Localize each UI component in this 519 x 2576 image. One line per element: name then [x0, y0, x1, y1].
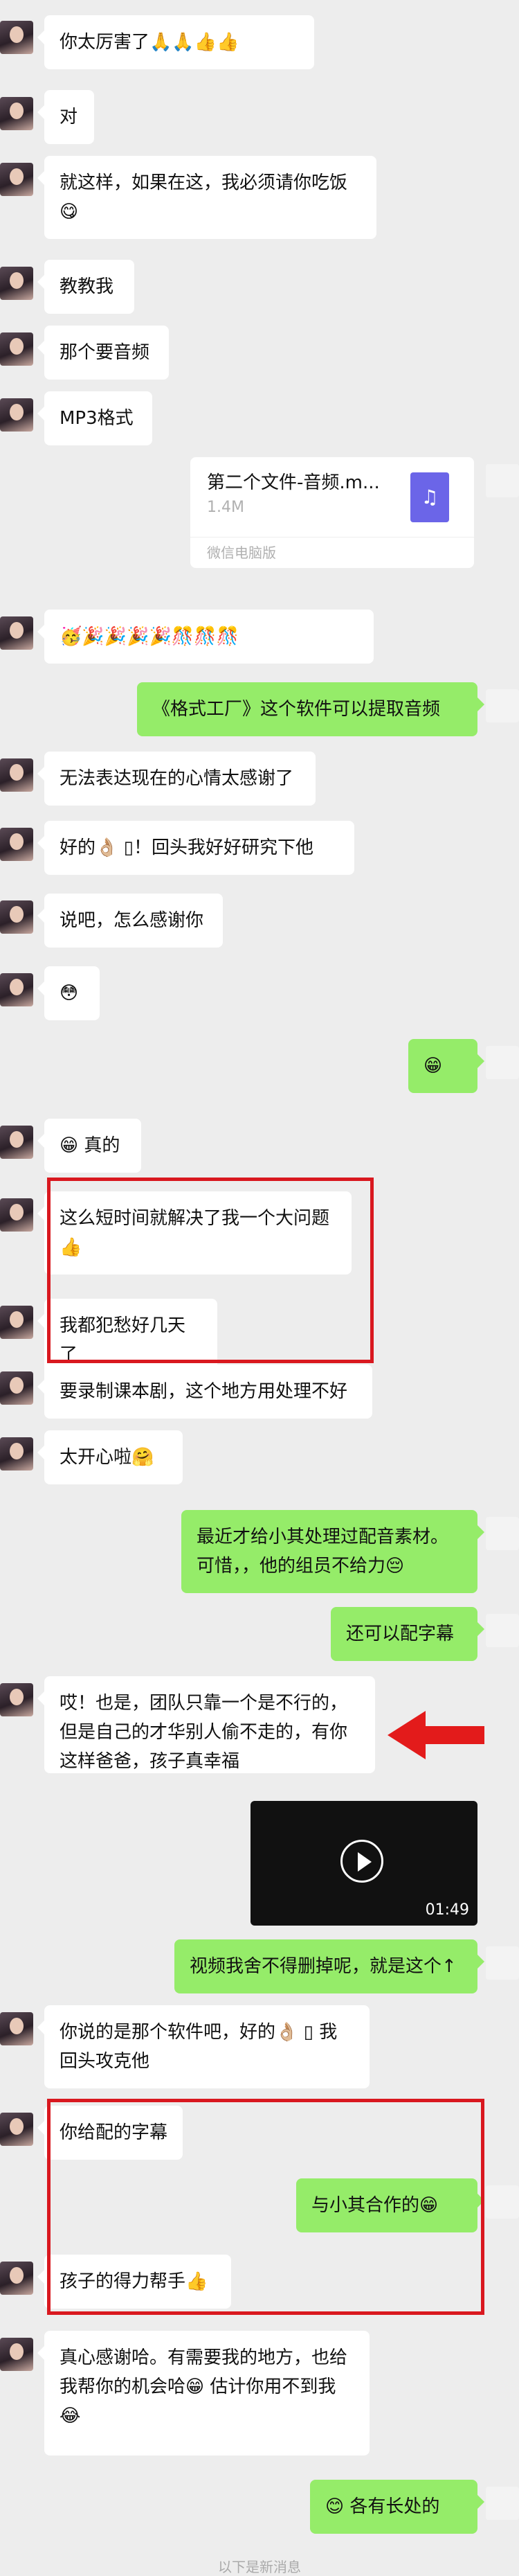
message-bubble[interactable]: 太开心啦🤗 — [37, 1430, 183, 1484]
contact-avatar[interactable] — [0, 1371, 33, 1405]
message-bubble[interactable]: 😊 各有长处的 — [310, 2480, 484, 2534]
self-avatar[interactable] — [486, 1517, 519, 1550]
red-arrow-icon — [388, 1711, 484, 1759]
file-name: 第二个文件-音频.m... — [207, 472, 380, 493]
music-note-icon: ♫ — [410, 472, 449, 522]
message-bubble[interactable]: 教教我 — [37, 260, 134, 314]
contact-avatar[interactable] — [0, 267, 33, 300]
contact-avatar[interactable] — [0, 332, 33, 366]
video-message[interactable]: 01:49 — [251, 1801, 477, 1926]
file-attachment[interactable]: 第二个文件-音频.m... 1.4M ♫ 微信电脑版 — [190, 457, 474, 568]
message-text: 最近才给小其处理过配音素材。可惜，，他的组员不给力😔 — [197, 1527, 449, 1576]
message-text: 太开心啦🤗 — [60, 1447, 154, 1468]
contact-avatar[interactable] — [0, 163, 33, 196]
contact-avatar[interactable] — [0, 1306, 33, 1339]
video-duration: 01:49 — [425, 1901, 469, 1919]
message-text: 你说的是那个软件吧，好的👌🏼 ▯ 我回头攻克他 — [60, 2022, 338, 2072]
contact-avatar[interactable] — [0, 97, 33, 130]
self-avatar[interactable] — [486, 1046, 519, 1079]
play-icon[interactable] — [340, 1840, 383, 1883]
message-bubble[interactable]: 😁 — [408, 1039, 484, 1093]
message-bubble[interactable]: 🥳🎉🎉🎉🎉🎊🎊🎊 — [37, 610, 374, 664]
message-text: 😁 — [424, 1056, 443, 1076]
self-avatar[interactable] — [486, 2487, 519, 2520]
message-text: 说吧，怎么感谢你 — [60, 910, 204, 931]
message-bubble[interactable]: 你说的是那个软件吧，好的👌🏼 ▯ 我回头攻克他 — [37, 2005, 370, 2088]
self-avatar[interactable] — [486, 464, 519, 497]
message-bubble[interactable]: 😁 真的 — [37, 1119, 141, 1173]
contact-avatar[interactable] — [0, 1126, 33, 1159]
message-text: 《格式工厂》这个软件可以提取音频 — [152, 699, 441, 720]
message-bubble[interactable]: 要录制课本剧，这个地方用处理不好 — [37, 1365, 372, 1419]
contact-avatar[interactable] — [0, 2262, 33, 2295]
contact-avatar[interactable] — [0, 1198, 33, 1232]
contact-avatar[interactable] — [0, 973, 33, 1006]
message-text: 真心感谢哈。有需要我的地方，也给我帮你的机会哈😁 估计你用不到我😂 — [60, 2347, 348, 2426]
self-avatar[interactable] — [486, 2185, 519, 2219]
contact-avatar[interactable] — [0, 2338, 33, 2371]
message-text: 😳 — [60, 983, 79, 1004]
message-text: 还可以配字幕 — [346, 1624, 455, 1644]
contact-avatar[interactable] — [0, 2012, 33, 2045]
message-text: 好的👌🏼 ▯！回头我好好研究下他 — [60, 837, 313, 858]
message-bubble[interactable]: 那个要音频 — [37, 326, 169, 380]
contact-avatar[interactable] — [0, 21, 33, 54]
message-bubble[interactable]: MP3格式 — [37, 391, 152, 445]
contact-avatar[interactable] — [0, 828, 33, 861]
message-text: 对 — [60, 107, 78, 127]
message-text: 哎！也是，团队只靠一个是不行的，但是自己的才华别人偷不走的，有你这样爸爸，孩子真… — [60, 1693, 348, 1772]
highlight-box — [47, 1178, 374, 1363]
message-bubble[interactable]: 你太厉害了🙏🙏👍👍 — [37, 15, 314, 69]
message-bubble[interactable]: 😳 — [37, 966, 100, 1020]
message-bubble[interactable]: 最近才给小其处理过配音素材。可惜，，他的组员不给力😔 — [181, 1510, 484, 1593]
message-text: MP3格式 — [60, 408, 134, 429]
message-bubble[interactable]: 视频我舍不得删掉呢，就是这个↑ — [174, 1939, 484, 1993]
contact-avatar[interactable] — [0, 900, 33, 934]
message-text: 😁 真的 — [60, 1135, 120, 1156]
self-avatar[interactable] — [486, 1614, 519, 1647]
contact-avatar[interactable] — [0, 1437, 33, 1471]
message-bubble[interactable]: 说吧，怎么感谢你 — [37, 894, 223, 948]
message-bubble[interactable]: 好的👌🏼 ▯！回头我好好研究下他 — [37, 821, 354, 875]
message-bubble[interactable]: 还可以配字幕 — [331, 1607, 484, 1661]
message-text: 就这样，如果在这，我必须请你吃饭😋 — [60, 172, 348, 222]
message-text: 😊 各有长处的 — [325, 2496, 440, 2517]
contact-avatar[interactable] — [0, 616, 33, 650]
message-text: 🥳🎉🎉🎉🎉🎊🎊🎊 — [60, 626, 239, 647]
message-text: 无法表达现在的心情太感谢了 — [60, 768, 294, 789]
file-size: 1.4M — [207, 499, 244, 516]
message-bubble[interactable]: 无法表达现在的心情太感谢了 — [37, 752, 316, 806]
message-text: 教教我 — [60, 276, 114, 297]
contact-avatar[interactable] — [0, 1683, 33, 1716]
self-avatar[interactable] — [486, 689, 519, 722]
message-text: 那个要音频 — [60, 342, 150, 363]
message-bubble[interactable]: 对 — [37, 90, 94, 144]
contact-avatar[interactable] — [0, 758, 33, 792]
message-bubble[interactable]: 哎！也是，团队只靠一个是不行的，但是自己的才华别人偷不走的，有你这样爸爸，孩子真… — [37, 1676, 375, 1773]
self-avatar[interactable] — [486, 1946, 519, 1980]
contact-avatar[interactable] — [0, 2113, 33, 2146]
message-text: 你太厉害了🙏🙏👍👍 — [60, 32, 239, 53]
file-source: 微信电脑版 — [190, 537, 474, 568]
message-bubble[interactable]: 《格式工厂》这个软件可以提取音频 — [137, 682, 484, 736]
new-messages-divider: 以下是新消息 — [218, 2559, 301, 2575]
contact-avatar[interactable] — [0, 398, 33, 432]
highlight-box — [47, 2099, 484, 2315]
message-bubble[interactable]: 真心感谢哈。有需要我的地方，也给我帮你的机会哈😁 估计你用不到我😂 — [37, 2331, 370, 2455]
message-bubble[interactable]: 就这样，如果在这，我必须请你吃饭😋 — [37, 156, 376, 239]
message-text: 视频我舍不得删掉呢，就是这个↑ — [190, 1956, 457, 1977]
message-text: 要录制课本剧，这个地方用处理不好 — [60, 1381, 348, 1402]
